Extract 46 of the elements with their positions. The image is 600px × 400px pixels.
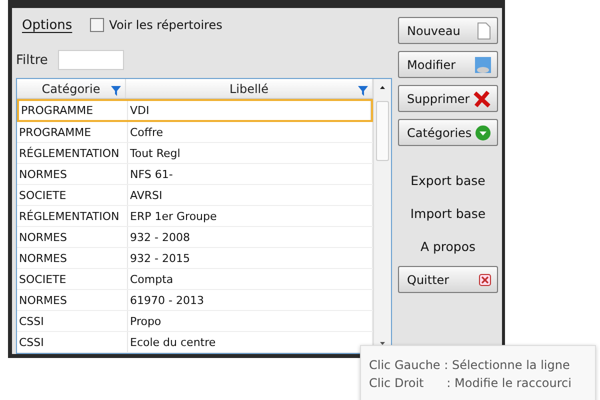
table-cell: VDI — [128, 101, 371, 120]
table-cell: CSSI — [17, 311, 128, 331]
table-cell: NORMES — [17, 227, 128, 247]
table-row[interactable]: PROGRAMME VDI — [17, 99, 373, 122]
show-directories-checkbox[interactable]: Voir les répertoires — [90, 18, 222, 32]
filter-icon[interactable] — [111, 86, 121, 96]
menu-link[interactable]: A propos — [420, 233, 476, 260]
table-cell: RÉGLEMENTATION — [17, 143, 128, 163]
table-cell: SOCIETE — [17, 185, 128, 205]
action-button[interactable]: Catégories — [398, 119, 498, 146]
table-row[interactable]: PROGRAMME Coffre — [17, 122, 373, 143]
table-row[interactable]: NORMES 932 - 2008 — [17, 227, 373, 248]
table-row[interactable]: CSSI Propo — [17, 311, 373, 332]
table-row[interactable]: SOCIETE Compta — [17, 269, 373, 290]
table-row[interactable]: RÉGLEMENTATION ERP 1er Groupe — [17, 206, 373, 227]
table-cell: NORMES — [17, 290, 128, 310]
document-icon — [477, 22, 491, 40]
table-cell: NORMES — [17, 248, 128, 268]
tooltip-line: Clic Gauche : Sélectionne la ligne — [369, 357, 571, 374]
action-button[interactable]: Supprimer — [398, 85, 498, 112]
filter-field[interactable] — [58, 50, 124, 70]
tooltip-line: Clic Droit : Modifie le raccourci — [369, 375, 572, 392]
filter-label: Filtre — [16, 52, 48, 68]
table-row[interactable]: NORMES 932 - 2015 — [17, 248, 373, 269]
cross-icon — [473, 90, 491, 108]
action-button[interactable]: Nouveau — [398, 17, 498, 44]
options-menu[interactable]: Options — [22, 18, 72, 32]
menu-link[interactable]: Import base — [410, 200, 486, 227]
table-row[interactable]: NORMES NFS 61- — [17, 164, 373, 185]
picture-icon — [475, 56, 491, 72]
column-header[interactable]: Catégorie — [17, 79, 126, 98]
table-row[interactable]: SOCIETE AVRSI — [17, 185, 373, 206]
scrollbar-thumb[interactable] — [376, 101, 389, 161]
table-row[interactable]: NORMES 61970 - 2013 — [17, 290, 373, 311]
action-button[interactable]: Quitter — [398, 266, 498, 293]
table-cell: PROGRAMME — [19, 101, 128, 120]
menu-link[interactable]: Export base — [410, 167, 486, 194]
action-button[interactable]: Modifier — [398, 51, 498, 78]
table-cell: SOCIETE — [17, 269, 128, 289]
table-row[interactable]: RÉGLEMENTATION Tout Regl — [17, 143, 373, 164]
table-cell: RÉGLEMENTATION — [17, 206, 128, 226]
filter-icon[interactable] — [358, 86, 368, 96]
close-icon — [479, 274, 491, 286]
table-cell: NORMES — [17, 164, 128, 184]
table-cell: PROGRAMME — [17, 122, 128, 142]
table-cell: CSSI — [17, 332, 128, 352]
